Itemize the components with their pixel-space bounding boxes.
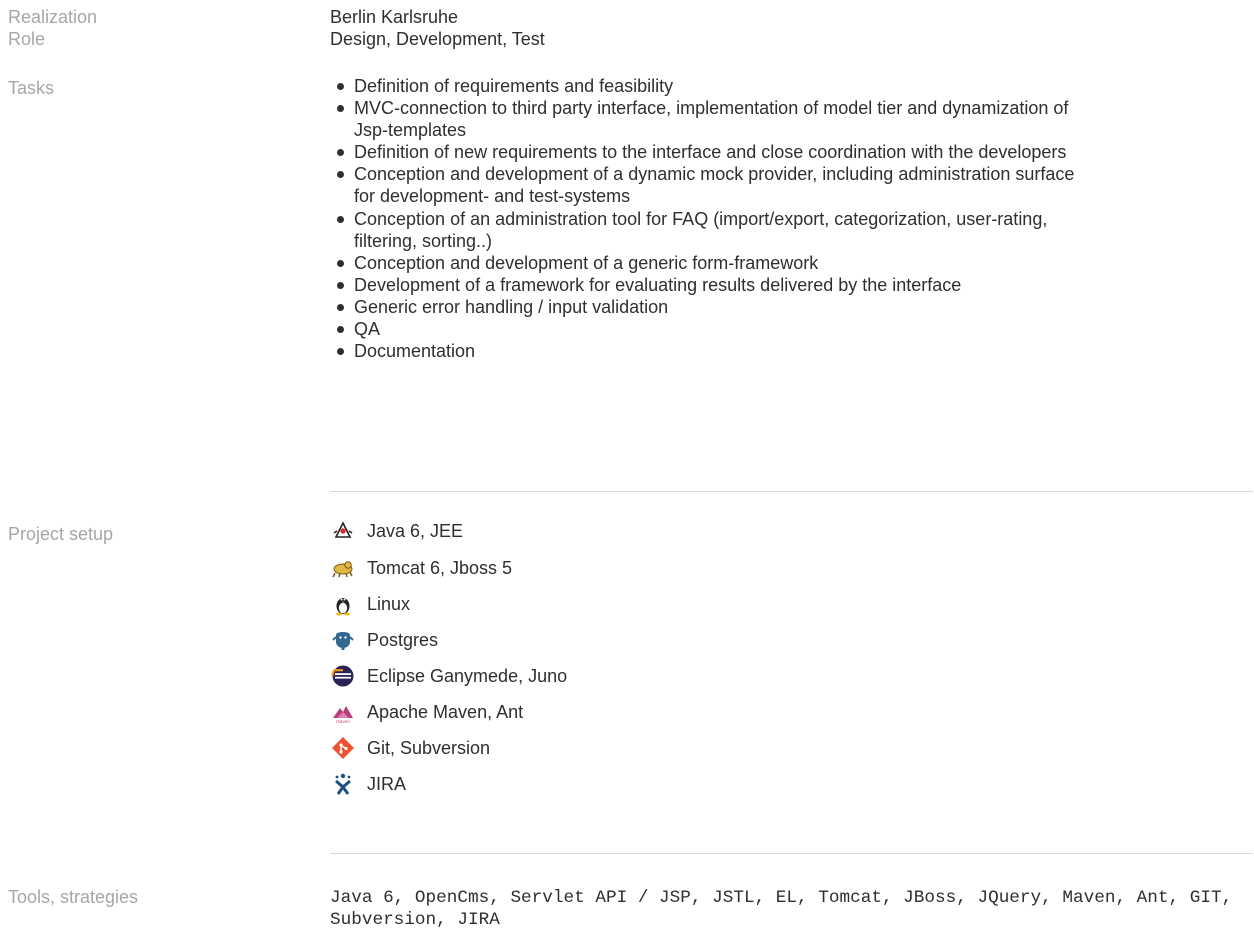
setup-item-text: Linux bbox=[367, 593, 411, 614]
tasks-list: Definition of requirements and feasibili… bbox=[330, 75, 1090, 362]
eclipse-icon bbox=[330, 663, 356, 689]
setup-item-text: Apache Maven, Ant bbox=[367, 701, 524, 722]
setup-item-jira: JIRA bbox=[330, 766, 406, 802]
list-item: Documentation bbox=[330, 340, 1090, 362]
git-icon bbox=[330, 735, 356, 761]
tomcat-icon bbox=[330, 555, 356, 581]
postgres-icon bbox=[330, 627, 356, 653]
list-item: Definition of requirements and feasibili… bbox=[330, 75, 1090, 97]
setup-item-text: Postgres bbox=[367, 629, 439, 650]
list-item: MVC-connection to third party interface,… bbox=[330, 97, 1090, 141]
tools-label: Tools, strategies bbox=[8, 887, 139, 907]
tools-value: Java 6, OpenCms, Servlet API / JSP, JSTL… bbox=[330, 888, 1233, 930]
setup-item-git: Git, Subversion bbox=[330, 730, 490, 766]
list-item: QA bbox=[330, 318, 1090, 340]
project-setup-label: Project setup bbox=[8, 524, 114, 544]
setup-item-tomcat: Tomcat 6, Jboss 5 bbox=[330, 550, 512, 586]
role-label: Role bbox=[8, 29, 46, 49]
setup-item-text: Git, Subversion bbox=[367, 737, 491, 758]
realization-value: Berlin Karlsruhe bbox=[330, 7, 459, 27]
realization-label: Realization bbox=[8, 7, 98, 27]
list-item: Generic error handling / input validatio… bbox=[330, 296, 1090, 318]
setup-item-postgres: Postgres bbox=[330, 622, 438, 658]
linux-icon bbox=[330, 591, 356, 617]
list-item: Development of a framework for evaluatin… bbox=[330, 274, 1090, 296]
setup-item-linux: Linux bbox=[330, 586, 410, 622]
setup-item-eclipse: Eclipse Ganymede, Juno bbox=[330, 658, 567, 694]
java-icon bbox=[330, 518, 356, 544]
tasks-label: Tasks bbox=[8, 78, 55, 98]
list-item: Conception and development of a dynamic … bbox=[330, 163, 1090, 207]
setup-item-text: JIRA bbox=[367, 773, 407, 794]
setup-item-java: Java 6, JEE bbox=[330, 513, 463, 549]
setup-item-maven: maven Apache Maven, Ant bbox=[330, 694, 523, 730]
setup-item-text: Tomcat 6, Jboss 5 bbox=[367, 557, 513, 578]
setup-item-text: Eclipse Ganymede, Juno bbox=[367, 665, 568, 686]
list-item: Conception of an administration tool for… bbox=[330, 208, 1090, 252]
setup-item-text: Java 6, JEE bbox=[367, 520, 464, 541]
divider bbox=[330, 853, 1253, 854]
maven-icon: maven bbox=[330, 699, 356, 725]
svg-text:maven: maven bbox=[336, 719, 350, 724]
jira-icon bbox=[330, 771, 356, 797]
divider bbox=[330, 491, 1253, 492]
list-item: Conception and development of a generic … bbox=[330, 252, 1090, 274]
role-value: Design, Development, Test bbox=[330, 29, 545, 49]
list-item: Definition of new requirements to the in… bbox=[330, 141, 1090, 163]
